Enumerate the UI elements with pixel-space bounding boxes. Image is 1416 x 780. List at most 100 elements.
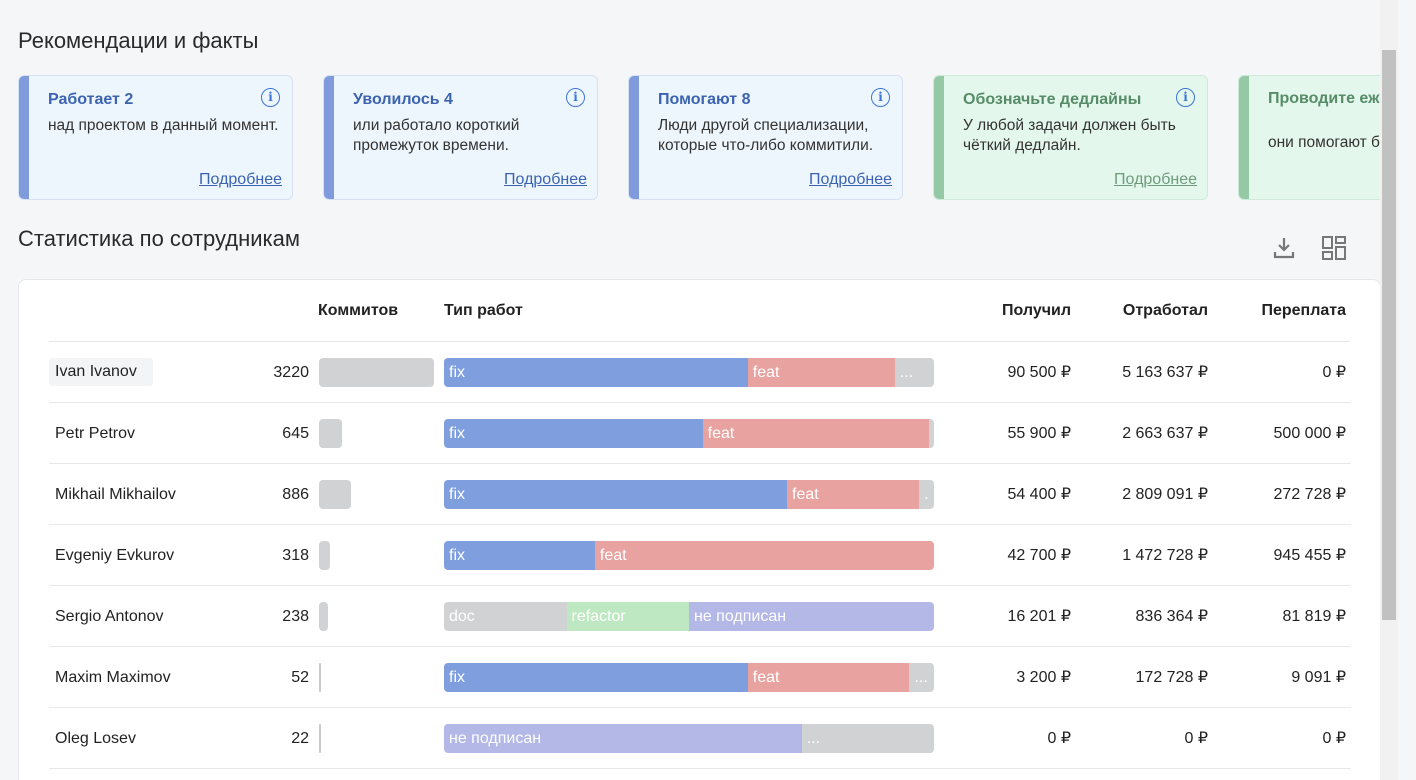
page: Рекомендации и факты Работает 2 i над пр…	[0, 0, 1398, 780]
work-type-bar: не подписан...	[444, 724, 934, 753]
recommendation-card: Уволилось 4 i или работало короткий пром…	[323, 75, 598, 200]
work-type-segment[interactable]: ...	[909, 663, 934, 692]
card-text: над проектом в данный момент.	[48, 117, 279, 134]
employee-name[interactable]: Maxim Maximov	[55, 647, 171, 708]
work-type-segment[interactable]: не подписан	[689, 602, 934, 631]
worked-amount: 5 163 637 ₽	[1122, 364, 1208, 381]
employee-name[interactable]: Mikhail Mikhailov	[55, 464, 176, 525]
card-more-link[interactable]: Подробнее	[809, 171, 892, 189]
card-text: или работало короткий промежуток времени…	[353, 117, 520, 154]
work-type-segment[interactable]: .	[919, 480, 934, 509]
worked-amount: 2 809 091 ₽	[1122, 486, 1208, 503]
card-title: Помогают 8	[658, 91, 751, 108]
layout-grid-icon[interactable]	[1320, 234, 1348, 262]
work-type-segment[interactable]	[929, 419, 934, 448]
received-amount: 16 201 ₽	[1007, 608, 1071, 625]
work-type-segment[interactable]: feat	[787, 480, 920, 509]
received-amount: 0 ₽	[1047, 730, 1071, 747]
recommendation-card: Работает 2 i над проектом в данный момен…	[18, 75, 293, 200]
card-stripe	[629, 76, 639, 199]
table-row[interactable]: Mikhail Mikhailov 886 fix feat. 54 400 ₽ 2 80…	[49, 464, 1351, 525]
scroll-thumb[interactable]	[1382, 50, 1396, 620]
commits-bar	[319, 602, 328, 631]
commits-count: 886	[282, 486, 309, 503]
employee-name[interactable]: Petr Petrov	[55, 403, 135, 464]
recommendation-card: Помогают 8 i Люди другой специализации, …	[628, 75, 903, 200]
card-more-link[interactable]: Подробнее	[504, 171, 587, 189]
card-stripe	[324, 76, 334, 199]
stats-title: Статистика по сотрудникам	[18, 226, 300, 251]
table-row[interactable]: Ivan Ivanov 3220 fix feat... 90 500 ₽ 5 163 6…	[49, 342, 1351, 403]
info-icon[interactable]: i	[566, 88, 585, 107]
overpay-amount: 0 ₽	[1322, 730, 1346, 747]
work-type-segment[interactable]: fix	[444, 541, 595, 570]
commits-bar	[319, 419, 342, 448]
commits-count: 3220	[273, 364, 309, 381]
worked-amount: 0 ₽	[1184, 730, 1208, 747]
worked-amount: 836 364 ₽	[1135, 608, 1208, 625]
employee-name[interactable]: Ivan Ivanov	[49, 358, 153, 386]
commits-count: 318	[282, 547, 309, 564]
card-more-link[interactable]: Подробнее	[1114, 171, 1197, 189]
recommendation-cards: Работает 2 i над проектом в данный момен…	[18, 75, 1394, 200]
commits-bar	[319, 663, 321, 692]
download-icon[interactable]	[1270, 234, 1298, 262]
column-received[interactable]: Получил	[949, 302, 1071, 320]
card-title: Обозначьте дедлайны	[963, 91, 1142, 108]
info-icon[interactable]: i	[1176, 88, 1195, 107]
received-amount: 55 900 ₽	[1007, 425, 1071, 442]
work-type-segment[interactable]: ...	[801, 724, 934, 753]
overpay-amount: 945 455 ₽	[1273, 547, 1346, 564]
card-stripe	[19, 76, 29, 199]
work-type-segment[interactable]: не подписан	[444, 724, 802, 753]
card-more-link[interactable]: Подробнее	[199, 171, 282, 189]
table-row[interactable]: Sergio Antonov 238 doc refactor не подписан 1…	[49, 586, 1351, 647]
work-type-segment[interactable]: fix	[444, 663, 748, 692]
work-type-segment[interactable]: fix	[444, 480, 787, 509]
recommendation-card: Проводите ежед совещания они помогают бы…	[1238, 75, 1394, 200]
overpay-amount: 500 000 ₽	[1273, 425, 1346, 442]
table-row[interactable]: Petr Petrov 645 fix feat 55 900 ₽ 2 663 637 ₽…	[49, 403, 1351, 464]
work-type-segment[interactable]: feat	[747, 663, 910, 692]
info-icon[interactable]: i	[871, 88, 890, 107]
employee-name[interactable]: Sergio Antonov	[55, 586, 164, 647]
received-amount: 42 700 ₽	[1007, 547, 1071, 564]
table-row[interactable]: Oleg Losev 22 не подписан... 0 ₽ 0 ₽ 0 ₽	[49, 708, 1351, 769]
received-amount: 90 500 ₽	[1007, 364, 1071, 381]
card-title: Проводите ежед совещания	[1268, 90, 1394, 107]
card-stripe	[1239, 76, 1249, 199]
card-text: они помогают бы проекта.	[1268, 134, 1394, 151]
work-type-bar: fix feat...	[444, 358, 934, 387]
work-type-segment[interactable]: ...	[894, 358, 934, 387]
work-type-segment[interactable]: fix	[444, 419, 703, 448]
scrollbar[interactable]	[1380, 0, 1398, 780]
work-type-segment[interactable]: doc	[444, 602, 567, 631]
card-stripe	[934, 76, 944, 199]
commits-bar	[319, 724, 321, 753]
table-row[interactable]: Maxim Maximov 52 fix feat... 3 200 ₽ 172 728 …	[49, 647, 1351, 708]
work-type-segment[interactable]: refactor	[566, 602, 689, 631]
work-type-segment[interactable]: feat	[702, 419, 929, 448]
card-text: Люди другой специализации, которые что-л…	[658, 117, 874, 154]
card-title: Уволилось 4	[353, 91, 453, 108]
work-type-segment[interactable]: feat	[747, 358, 895, 387]
column-overpay[interactable]: Переплата	[1229, 302, 1346, 320]
employee-name[interactable]: Evgeniy Evkurov	[55, 525, 174, 586]
work-type-segment[interactable]: fix	[444, 358, 748, 387]
commits-count: 645	[282, 425, 309, 442]
worked-amount: 1 472 728 ₽	[1122, 547, 1208, 564]
worked-amount: 2 663 637 ₽	[1122, 425, 1208, 442]
employee-name[interactable]: Oleg Losev	[55, 708, 136, 769]
table-row[interactable]: Evgeniy Evkurov 318 fix feat 42 700 ₽ 1 472 7…	[49, 525, 1351, 586]
column-worked[interactable]: Отработал	[1089, 302, 1208, 320]
column-commits[interactable]: Коммитов	[318, 302, 398, 320]
commits-bar	[319, 480, 351, 509]
employee-stats-table: Коммитов Тип работ Получил Отработал Пер…	[18, 279, 1381, 780]
work-type-segment[interactable]: feat	[594, 541, 934, 570]
info-icon[interactable]: i	[261, 88, 280, 107]
column-type[interactable]: Тип работ	[444, 302, 523, 320]
work-type-bar: fix feat.	[444, 480, 934, 509]
card-text: У любой задачи должен быть чёткий дедлай…	[963, 117, 1176, 154]
commits-count: 52	[291, 669, 309, 686]
work-type-bar: doc refactor не подписан	[444, 602, 934, 631]
